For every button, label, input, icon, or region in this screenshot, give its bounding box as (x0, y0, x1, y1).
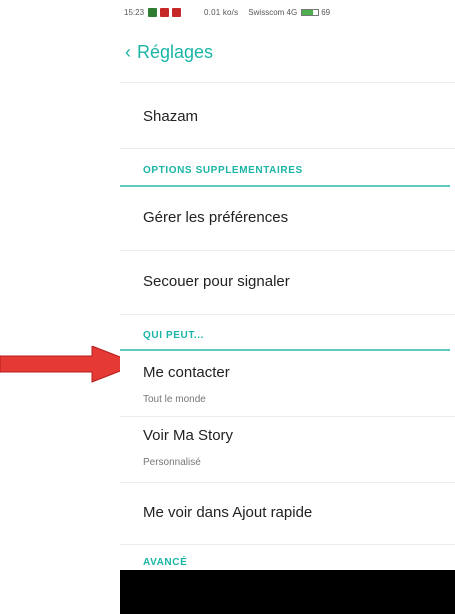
settings-item-contact-me[interactable]: Me contacter (143, 364, 230, 381)
notification-icon (160, 7, 170, 17)
divider (120, 148, 455, 149)
phone-screen: 15:23 0.01 ko/s Swisscom 4G 69 ‹ Réglage… (120, 0, 455, 614)
view-story-value: Personnalisé (143, 457, 201, 468)
carrier-name: Swisscom 4G (248, 7, 298, 17)
contact-me-value: Tout le monde (143, 394, 206, 405)
divider (120, 314, 455, 315)
notification-icon (148, 7, 158, 17)
divider (120, 544, 455, 545)
notification-icon (172, 7, 182, 17)
settings-item-quick-add[interactable]: Me voir dans Ajout rapide (143, 504, 312, 521)
settings-item-manage-preferences[interactable]: Gérer les préférences (143, 209, 288, 226)
page: 15:23 0.01 ko/s Swisscom 4G 69 ‹ Réglage… (0, 0, 455, 614)
navigation-bar (120, 570, 455, 614)
divider (120, 82, 455, 83)
header: ‹ Réglages (120, 28, 455, 76)
settings-item-view-my-story[interactable]: Voir Ma Story (143, 427, 233, 444)
section-header-advanced: AVANCÉ (143, 557, 188, 568)
settings-item-shazam[interactable]: Shazam (143, 108, 198, 125)
section-header-options: OPTIONS SUPPLEMENTAIRES (143, 165, 303, 176)
battery-fill (302, 9, 314, 15)
status-bar: 15:23 0.01 ko/s Swisscom 4G 69 (120, 0, 455, 24)
divider (120, 482, 455, 483)
settings-item-shake-to-report[interactable]: Secouer pour signaler (143, 273, 290, 290)
divider (120, 250, 455, 251)
divider (120, 416, 455, 417)
status-time: 15:23 (124, 7, 145, 17)
section-divider (120, 185, 450, 187)
red-arrow-annotation (0, 346, 140, 383)
network-speed: 0.01 ko/s (204, 7, 239, 17)
section-header-who-can: QUI PEUT... (143, 330, 205, 341)
chevron-left-icon[interactable]: ‹ (125, 43, 131, 61)
battery-percent: 69 (321, 7, 331, 17)
page-title[interactable]: Réglages (137, 42, 213, 63)
section-divider (120, 349, 450, 351)
battery-icon (301, 8, 320, 16)
